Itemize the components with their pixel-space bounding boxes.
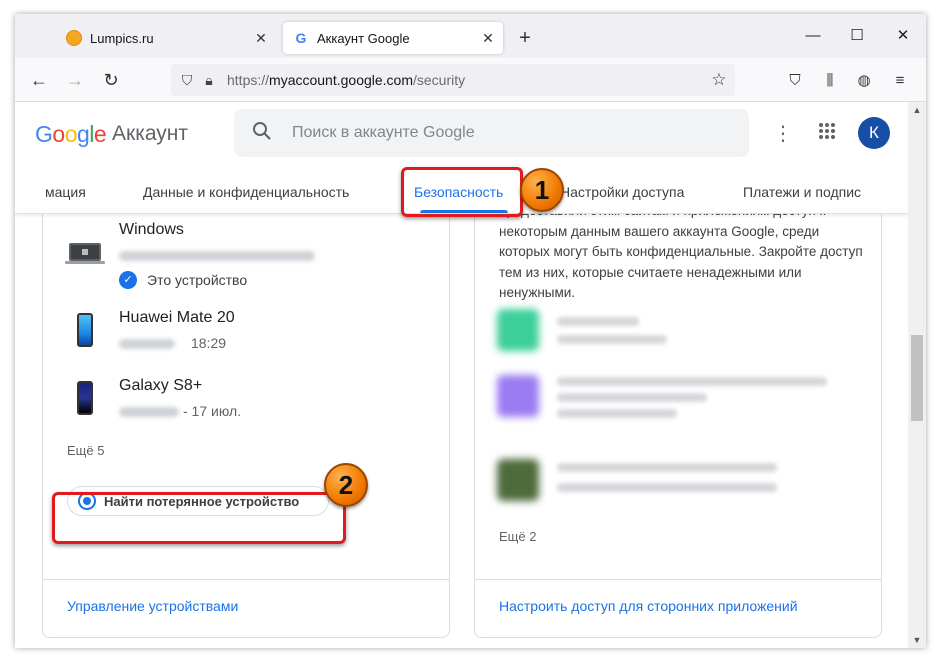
scroll-thumb[interactable] — [911, 335, 923, 421]
lock-icon[interactable]: 🔒︎ — [199, 70, 219, 90]
app-row[interactable] — [475, 305, 881, 355]
tab-title: Аккаунт Google — [317, 30, 410, 46]
tab-personal-info[interactable]: мация — [45, 184, 86, 200]
tab-data-privacy[interactable]: Данные и конфиденциальность — [143, 184, 349, 200]
close-icon[interactable]: ✕ — [252, 29, 270, 47]
window-close-button[interactable]: ✕ — [891, 26, 915, 46]
shield-icon[interactable]: ⛉ — [177, 70, 197, 90]
last-active-time: - 17 июл. — [183, 403, 242, 419]
apps-grid-icon[interactable] — [815, 122, 839, 146]
scroll-up-icon[interactable]: ▲ — [908, 102, 926, 118]
maximize-button[interactable]: ☐ — [845, 26, 869, 46]
pocket-icon[interactable]: ⛉ — [784, 70, 806, 92]
library-icon[interactable]: ⫼ — [819, 70, 841, 92]
logo-letter: o — [64, 121, 78, 147]
reload-icon[interactable]: ↻ — [99, 68, 123, 92]
blurred-location — [119, 407, 179, 417]
check-circle-icon: ✓ — [119, 271, 137, 289]
tab-lumpics[interactable]: Lumpics.ru ✕ — [58, 22, 276, 54]
tab-google-account[interactable]: G Аккаунт Google ✕ — [283, 22, 503, 54]
scroll-down-icon[interactable]: ▼ — [908, 632, 926, 648]
tab-bar: Lumpics.ru ✕ G Аккаунт Google ✕ + — ☐ ✕ — [15, 14, 926, 58]
this-device-label: Это устройство — [147, 272, 248, 288]
device-name: Galaxy S8+ — [119, 377, 203, 394]
tab-payments[interactable]: Платежи и подпис — [743, 184, 861, 200]
logo-letter: o — [52, 121, 65, 147]
search-input[interactable] — [292, 124, 712, 142]
app-row[interactable] — [475, 455, 881, 505]
app-row[interactable] — [475, 371, 881, 421]
url-text[interactable]: https://myaccount.google.com/security — [227, 72, 465, 88]
third-party-apps-card: предоставили этим сайтам и приложениям д… — [474, 198, 882, 638]
devices-card: Windows ✓ Это устройство Huawei Mate 20 … — [42, 198, 450, 638]
browser-window: Lumpics.ru ✕ G Аккаунт Google ✕ + — ☐ ✕ … — [15, 14, 926, 648]
search-box[interactable] — [234, 109, 749, 157]
annotation-box-find-device — [52, 492, 346, 544]
google-header: Google Аккаунт ⋮ К — [15, 102, 908, 166]
more-vert-icon[interactable]: ⋮ — [771, 122, 795, 146]
avatar[interactable]: К — [858, 117, 890, 149]
phone-icon — [77, 381, 93, 415]
close-icon[interactable]: ✕ — [479, 29, 497, 47]
device-name: Windows — [119, 221, 184, 238]
star-icon[interactable]: ☆ — [709, 70, 729, 90]
google-favicon-icon: G — [295, 30, 307, 46]
annotation-badge-2: 2 — [324, 463, 368, 507]
phone-icon — [77, 313, 93, 347]
app-icon — [497, 459, 539, 501]
logo-letter: G — [35, 121, 53, 147]
apps-description: предоставили этим сайтам и приложениям д… — [499, 203, 863, 300]
search-icon[interactable] — [250, 121, 274, 145]
lumpics-favicon-icon — [66, 30, 82, 46]
tab-sharing[interactable]: Настройки доступа — [560, 184, 684, 200]
blurred-location — [119, 339, 175, 349]
google-logo[interactable]: Google — [35, 121, 107, 148]
logo-letter: e — [93, 121, 107, 147]
devices-card-footer: Управление устройствами — [43, 579, 449, 637]
url-bar[interactable]: ⛉ 🔒︎ https://myaccount.google.com/securi… — [171, 64, 735, 96]
blurred-location — [119, 251, 315, 261]
device-name: Huawei Mate 20 — [119, 309, 235, 326]
logo-subtitle: Аккаунт — [112, 122, 189, 145]
browser-toolbar: ← → ↻ ⛉ 🔒︎ https://myaccount.google.com/… — [15, 58, 926, 102]
menu-icon[interactable]: ≡ — [889, 70, 911, 92]
apps-card-footer: Настроить доступ для сторонних приложени… — [475, 579, 881, 637]
annotation-box-security-tab — [401, 167, 523, 217]
minimize-button[interactable]: — — [801, 26, 825, 46]
manage-devices-link[interactable]: Управление устройствами — [67, 598, 238, 614]
new-tab-button[interactable]: + — [513, 26, 537, 50]
last-active-time: 18:29 — [191, 335, 227, 351]
manage-third-party-access-link[interactable]: Настроить доступ для сторонних приложени… — [499, 598, 798, 614]
app-icon — [497, 375, 539, 417]
tab-title: Lumpics.ru — [90, 30, 154, 46]
more-devices-text[interactable]: Ещё 5 — [67, 443, 104, 458]
back-icon[interactable]: ← — [27, 68, 51, 92]
forward-icon[interactable]: → — [63, 68, 87, 92]
app-icon — [497, 309, 539, 351]
page-scrollbar[interactable]: ▲ ▼ — [908, 102, 926, 648]
annotation-badge-1: 1 — [520, 168, 564, 212]
logo-letter: g — [76, 121, 90, 147]
globe-icon[interactable]: ◍ — [853, 70, 875, 92]
more-apps-text[interactable]: Ещё 2 — [499, 529, 536, 544]
